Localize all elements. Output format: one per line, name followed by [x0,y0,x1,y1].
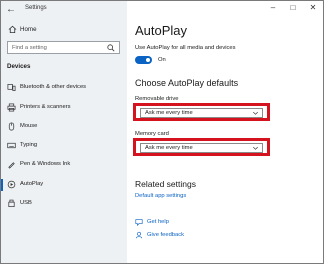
sidebar-item-label: Bluetooth & other devices [20,84,87,90]
section-title-devices: Devices [7,63,31,70]
sidebar-item-label: USB [20,200,32,206]
sidebar-item-label: Typing [20,142,38,148]
sidebar-item-pen[interactable]: Pen & Windows Ink [1,156,127,174]
minimize-icon[interactable]: – [267,3,279,13]
window-controls: – □ ✕ [263,1,323,15]
bluetooth-devices-icon [7,83,16,92]
autoplay-icon [7,180,16,189]
sidebar-item-home[interactable]: Home [1,21,127,39]
sidebar-item-label: AutoPlay [20,181,44,187]
sidebar: ← Settings Home Find a setting Devices B… [1,1,127,263]
chevron-down-icon [253,111,258,115]
memory-card-dropdown[interactable]: Ask me every time [140,143,263,153]
autoplay-toggle-description: Use AutoPlay for all media and devices [135,45,236,51]
removable-drive-dropdown[interactable]: Ask me every time [140,108,263,118]
sidebar-item-usb[interactable]: USB [1,195,127,213]
search-icon[interactable] [107,44,115,52]
printer-icon [7,103,16,112]
default-app-settings-link[interactable]: Default app settings [135,193,186,199]
main-content: – □ ✕ AutoPlay Use AutoPlay for all medi… [127,1,323,263]
window-title: Settings [25,5,47,11]
give-feedback-link[interactable]: Give feedback [147,232,184,238]
dropdown-value: Ask me every time [145,110,193,116]
defaults-heading: Choose AutoPlay defaults [135,78,239,88]
active-indicator [1,179,3,191]
sidebar-item-bluetooth[interactable]: Bluetooth & other devices [1,79,127,97]
search-input[interactable]: Find a setting [7,41,120,54]
usb-icon [8,199,15,208]
toggle-knob [146,58,150,62]
maximize-icon[interactable]: □ [287,3,299,13]
title-bar: ← Settings [1,1,127,19]
sidebar-item-label: Pen & Windows Ink [20,161,71,167]
sidebar-item-label: Printers & scanners [20,104,71,110]
sidebar-item-mouse[interactable]: Mouse [1,118,127,136]
sidebar-item-label: Mouse [20,123,38,129]
pen-icon [8,162,15,169]
sidebar-item-autoplay[interactable]: AutoPlay [1,176,127,194]
search-placeholder: Find a setting [12,45,47,51]
help-icon [135,219,143,226]
home-label: Home [20,26,37,33]
home-icon [8,25,17,34]
highlight-box: Ask me every time [133,138,270,156]
highlight-box: Ask me every time [133,103,270,121]
settings-window: ← Settings Home Find a setting Devices B… [0,0,324,264]
sidebar-item-typing[interactable]: Typing [1,137,127,155]
sidebar-item-printers[interactable]: Printers & scanners [1,99,127,117]
chevron-down-icon [253,146,258,150]
keyboard-icon [7,142,16,149]
feedback-icon [135,231,143,239]
close-icon[interactable]: ✕ [307,3,319,13]
dropdown-value: Ask me every time [145,145,193,151]
related-settings-heading: Related settings [135,179,196,189]
page-title: AutoPlay [135,23,188,38]
removable-drive-label: Removable drive [135,96,179,102]
back-arrow-icon[interactable]: ← [5,4,17,16]
get-help-link[interactable]: Get help [147,219,169,225]
memory-card-label: Memory card [135,131,169,137]
autoplay-toggle[interactable] [135,56,152,64]
toggle-state-label: On [158,57,166,63]
mouse-icon [8,122,15,131]
